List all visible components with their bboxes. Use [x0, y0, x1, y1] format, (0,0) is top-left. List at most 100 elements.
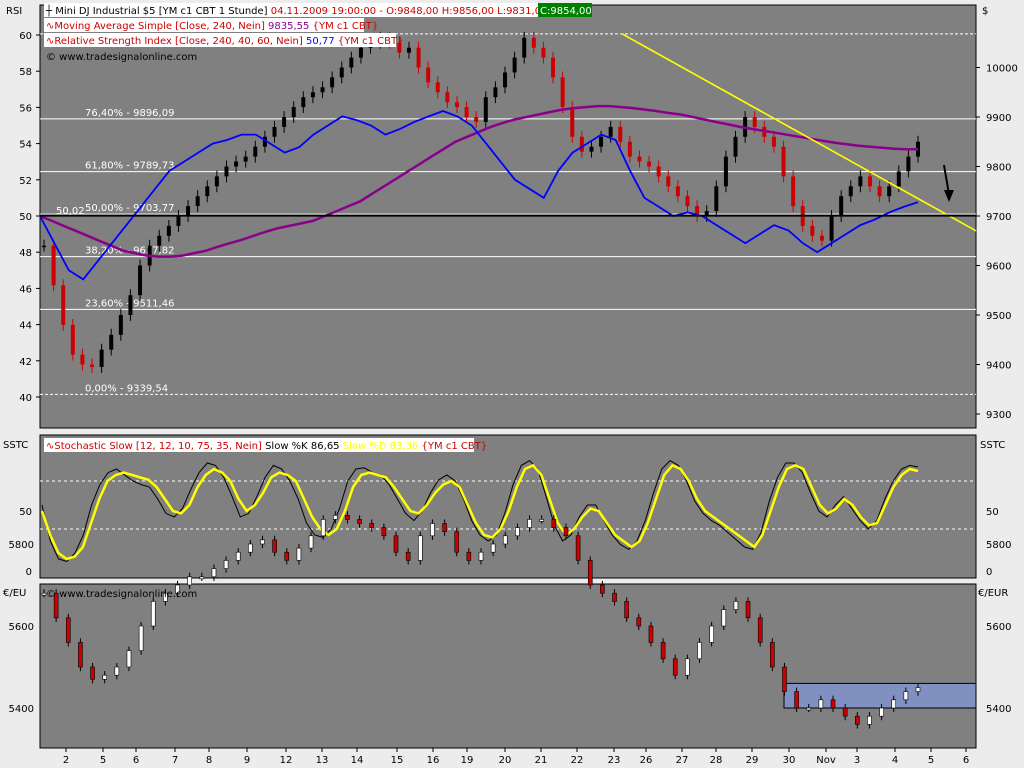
price-tick-label: 9700 [986, 212, 1011, 223]
price-candle-body [330, 77, 335, 88]
stoch-suffix: {YM c1 CBT} [422, 441, 488, 452]
price-tick-label: 9500 [986, 311, 1011, 322]
eur-candle-body [612, 592, 617, 602]
eur-candle-body [685, 658, 690, 676]
price-candle-body [810, 225, 815, 236]
price-candle-body [291, 107, 296, 117]
x-tick-label: 22 [571, 755, 584, 766]
rsi-tick-label: 50 [19, 212, 32, 223]
price-candle-body [339, 67, 344, 78]
main-right-label: $ [982, 6, 988, 17]
eur-candle-body [90, 666, 95, 680]
x-tick-label: 13 [316, 755, 329, 766]
eur-candle-body [211, 568, 217, 578]
price-candle-body [858, 176, 863, 187]
price-candle-body [243, 156, 248, 162]
eur-candle-body [660, 642, 666, 660]
price-candle-body [906, 156, 911, 172]
price-candle-body [310, 92, 315, 98]
x-tick-label: 4 [892, 755, 898, 766]
eur-candle-body [381, 527, 387, 537]
eur-candle-body [114, 666, 120, 676]
x-tick-label: Nov [816, 755, 836, 766]
eur-right-label: €/EUR [978, 588, 1008, 599]
eur-candle-body [272, 539, 277, 553]
x-tick-label: 28 [710, 755, 723, 766]
eur-candle-body [405, 551, 411, 561]
price-candle-body [608, 126, 613, 137]
eur-candle-body [515, 527, 520, 537]
x-tick-label: 7 [172, 755, 178, 766]
price-tick-label: 10000 [986, 64, 1018, 75]
price-candle-body [426, 67, 431, 83]
x-tick-label: 8 [206, 755, 212, 766]
symbol-icon: ┼ [45, 4, 55, 17]
price-candle-body [253, 146, 258, 157]
price-candle-body [454, 102, 459, 108]
price-candle-body [118, 315, 123, 335]
sma-value: 9835,55 [268, 21, 309, 32]
fib-level-label: 76,40% - 9896,09 [85, 108, 174, 119]
rsi-tick-label: 56 [19, 103, 32, 114]
price-candle-body [138, 265, 143, 296]
eur-candle-body [867, 715, 872, 725]
price-candle-body [61, 285, 66, 325]
price-candle-body [416, 47, 421, 68]
eur-left-tick: 5800 [9, 540, 34, 551]
price-candle-body [685, 196, 690, 207]
price-candle-body [464, 107, 469, 117]
price-candle-body [493, 87, 498, 98]
price-candle-body [896, 171, 901, 187]
price-candle-body [675, 186, 680, 197]
x-tick-label: 2 [63, 755, 69, 766]
svg-text:∿Moving Average Simple [Close,: ∿Moving Average Simple [Close, 240, Nein… [46, 21, 378, 32]
price-candle-body [80, 354, 85, 365]
eur-candle-body [333, 514, 338, 520]
x-tick-label: 23 [608, 755, 621, 766]
main-left-label: RSI [6, 6, 22, 17]
rsi-tick-label: 58 [19, 67, 32, 78]
eur-candle-body [223, 560, 229, 569]
price-candle-body [848, 186, 853, 197]
price-candle-body [186, 206, 191, 216]
eur-candle-body [150, 601, 156, 627]
x-tick-label: 20 [499, 755, 512, 766]
main-panel: RSI $ 40 42 44 46 48 50 52 54 56 58 60 9300 9400 950… [6, 3, 1018, 429]
eur-candle-body [600, 584, 605, 594]
price-candle-body [867, 176, 872, 187]
eur-candle-body [260, 539, 265, 545]
price-candle-body [666, 176, 671, 187]
rsi-suffix: {YM c1 CBT} [338, 36, 404, 47]
rsi-tick-label: 40 [19, 393, 32, 404]
stoch-panel-bg [39, 434, 977, 579]
eur-candle-body [78, 642, 83, 668]
eur-candle-body [672, 658, 678, 676]
price-candle-body [791, 176, 796, 207]
eur-candle-body [842, 707, 848, 717]
eur-candle-body [430, 523, 435, 537]
eur-candle-body [466, 551, 472, 561]
price-candle-body [647, 161, 652, 167]
eur-candle-body [502, 535, 508, 545]
eur-candle-body [369, 523, 375, 528]
eur-candle-body [915, 687, 921, 692]
x-tick-label: 14 [351, 755, 364, 766]
x-tick-label: 9 [244, 755, 250, 766]
eur-candle-body [454, 531, 460, 553]
stoch-right-tick: 50 [986, 507, 999, 518]
price-candle-body [618, 126, 623, 142]
main-left-axis: 40 42 44 46 48 50 52 54 56 58 60 [19, 31, 40, 404]
main-right-axis: 9300 9400 9500 9600 9700 9800 9900 10000 [976, 64, 1018, 421]
stoch-left-label: SSTC [3, 440, 28, 451]
price-tick-label: 9800 [986, 163, 1011, 174]
x-tick-label: 30 [783, 755, 796, 766]
eur-candle-body [138, 625, 144, 651]
eur-candle-body [199, 576, 205, 580]
eur-right-tick: 5600 [986, 622, 1011, 633]
rsi-legend: Relative Strength Index [Close, 240, 40,… [54, 36, 303, 47]
eur-candle-body [393, 535, 399, 553]
eur-candle-body [770, 642, 775, 668]
header-ohlc: O:9848,00 H:9856,00 L:9831,00 [386, 6, 547, 17]
price-candle-body [166, 225, 171, 236]
rsi-value: 50,77 [306, 36, 335, 47]
